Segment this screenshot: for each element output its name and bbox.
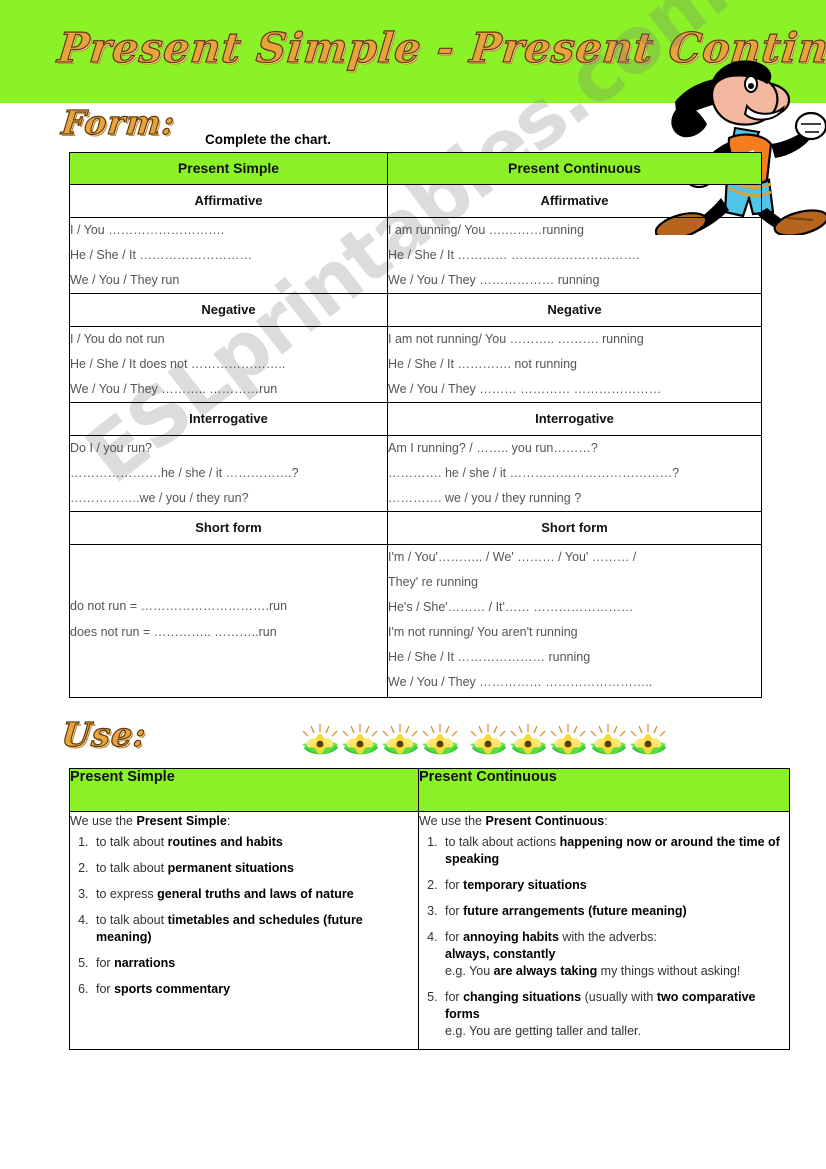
- use-left-cell: We use the Present Simple: to talk about…: [69, 811, 419, 1050]
- line: …………. we / you / they running ?: [388, 491, 582, 505]
- line: I / You ……………………….: [70, 223, 225, 237]
- list-item: to talk about routines and habits: [92, 834, 418, 851]
- example-text: e.g. You are always taking my things wit…: [445, 964, 741, 978]
- line: We / You / They ……… ………… …………………: [388, 382, 662, 396]
- line: He / She / It ………………………: [70, 248, 252, 262]
- subhead-interrogative-right: Interrogative: [387, 402, 762, 436]
- table-row: Interrogative Interrogative: [69, 402, 762, 436]
- subhead-affirmative-right: Affirmative: [387, 184, 762, 218]
- list-item: for sports commentary: [92, 981, 418, 998]
- affirmative-left-cell: I / You ………………………. He / She / It ……………………: [69, 217, 388, 294]
- interrogative-right-cell: Am I running? / …….. you run………? …………. h…: [387, 435, 762, 512]
- form-instruction: Complete the chart.: [205, 132, 332, 147]
- form-col-header-present-simple: Present Simple: [69, 152, 388, 185]
- list-item: to talk about actions happening now or a…: [441, 834, 789, 868]
- use-left-list: to talk about routines and habits to tal…: [70, 834, 418, 998]
- use-right-intro: We use the Present Continuous:: [419, 814, 608, 828]
- line: We / You / They run: [70, 273, 180, 287]
- table-row: Short form Short form: [69, 511, 762, 545]
- line: We / You / They ……….. …………run: [70, 382, 278, 396]
- list-item: to talk about permanent situations: [92, 860, 418, 877]
- table-row: Do I / you run? ………………….he / she / it ………: [69, 435, 762, 512]
- line: We / You / They ……………… running: [388, 273, 600, 287]
- list-item: to talk about timetables and schedules (…: [92, 912, 418, 946]
- example-text: e.g. You are getting taller and taller.: [445, 1024, 641, 1038]
- line: He / She / It ………… ………………………….: [388, 248, 640, 262]
- form-section-heading: Form:: [59, 102, 178, 142]
- table-row: I / You ………………………. He / She / It ……………………: [69, 217, 762, 294]
- subhead-interrogative-left: Interrogative: [69, 402, 388, 436]
- use-right-list: to talk about actions happening now or a…: [419, 834, 789, 1040]
- list-item: for changing situations (usually with tw…: [441, 989, 789, 1040]
- list-item: for narrations: [92, 955, 418, 972]
- line: We / You / They …………… ……………………..: [388, 675, 653, 689]
- line: does not run = ………….. ………..run: [70, 625, 277, 639]
- negative-right-cell: I am not running/ You ……….. ………. running…: [387, 326, 762, 403]
- line: I am running/ You ….………running: [388, 223, 584, 237]
- table-row: do not run = ………………………….run does not run…: [69, 544, 762, 698]
- line: …………. he / she / it …………………………………?: [388, 466, 680, 480]
- table-row: We use the Present Simple: to talk about…: [69, 811, 790, 1050]
- use-right-cell: We use the Present Continuous: to talk a…: [418, 811, 790, 1050]
- line: do not run = ………………………….run: [70, 599, 288, 613]
- line: I am not running/ You ……….. ………. running: [388, 332, 644, 346]
- line: Do I / you run?: [70, 441, 152, 455]
- form-chart-table: Present Simple Present Continuous Affirm…: [69, 152, 762, 698]
- line: I / You do not run: [70, 332, 165, 346]
- shortform-left-cell: do not run = ………………………….run does not run…: [69, 544, 388, 698]
- negative-left-cell: I / You do not run He / She / It does no…: [69, 326, 388, 403]
- line: He's / She'……… / It'…… ……………………: [388, 600, 634, 614]
- use-section-heading: Use:: [59, 714, 149, 754]
- list-item: to express general truths and laws of na…: [92, 886, 418, 903]
- line: I'm / You'……….. / We' ……… / You' ……… /: [388, 550, 637, 564]
- line: They' re running: [388, 575, 478, 589]
- page-title: Present Simple - Present Continuous: [55, 23, 826, 72]
- interrogative-left-cell: Do I / you run? ………………….he / she / it ………: [69, 435, 388, 512]
- subhead-affirmative-left: Affirmative: [69, 184, 388, 218]
- sunflower-divider-icon: [301, 723, 667, 756]
- table-header-row: Present Simple Present Continuous: [69, 768, 790, 812]
- list-item: for future arrangements (future meaning): [441, 903, 789, 920]
- use-col-header-present-continuous: Present Continuous: [418, 768, 790, 812]
- table-header-row: Present Simple Present Continuous: [69, 152, 762, 185]
- subhead-shortform-right: Short form: [387, 511, 762, 545]
- line: He / She / It ………………… running: [388, 650, 591, 664]
- use-col-header-present-simple: Present Simple: [69, 768, 419, 812]
- line: He / She / It …………. not running: [388, 357, 577, 371]
- line: I'm not running/ You aren't running: [388, 625, 578, 639]
- line: ………………….he / she / it …………….?: [70, 466, 299, 480]
- affirmative-right-cell: I am running/ You ….………running He / She …: [387, 217, 762, 294]
- subhead-negative-right: Negative: [387, 293, 762, 327]
- use-left-intro: We use the Present Simple:: [70, 814, 231, 828]
- shortform-right-cell: I'm / You'……….. / We' ……… / You' ……… / T…: [387, 544, 762, 698]
- subhead-negative-left: Negative: [69, 293, 388, 327]
- table-row: Negative Negative: [69, 293, 762, 327]
- table-row: I / You do not run He / She / It does no…: [69, 326, 762, 403]
- line: ……………..we / you / they run?: [70, 491, 249, 505]
- use-table: Present Simple Present Continuous We use…: [69, 768, 790, 1050]
- line: Am I running? / …….. you run………?: [388, 441, 598, 455]
- list-item: for annoying habits with the adverbs:alw…: [441, 929, 789, 980]
- subhead-shortform-left: Short form: [69, 511, 388, 545]
- form-col-header-present-continuous: Present Continuous: [387, 152, 762, 185]
- table-row: Affirmative Affirmative: [69, 184, 762, 218]
- line: He / She / It does not …………………..: [70, 357, 286, 371]
- list-item: for temporary situations: [441, 877, 789, 894]
